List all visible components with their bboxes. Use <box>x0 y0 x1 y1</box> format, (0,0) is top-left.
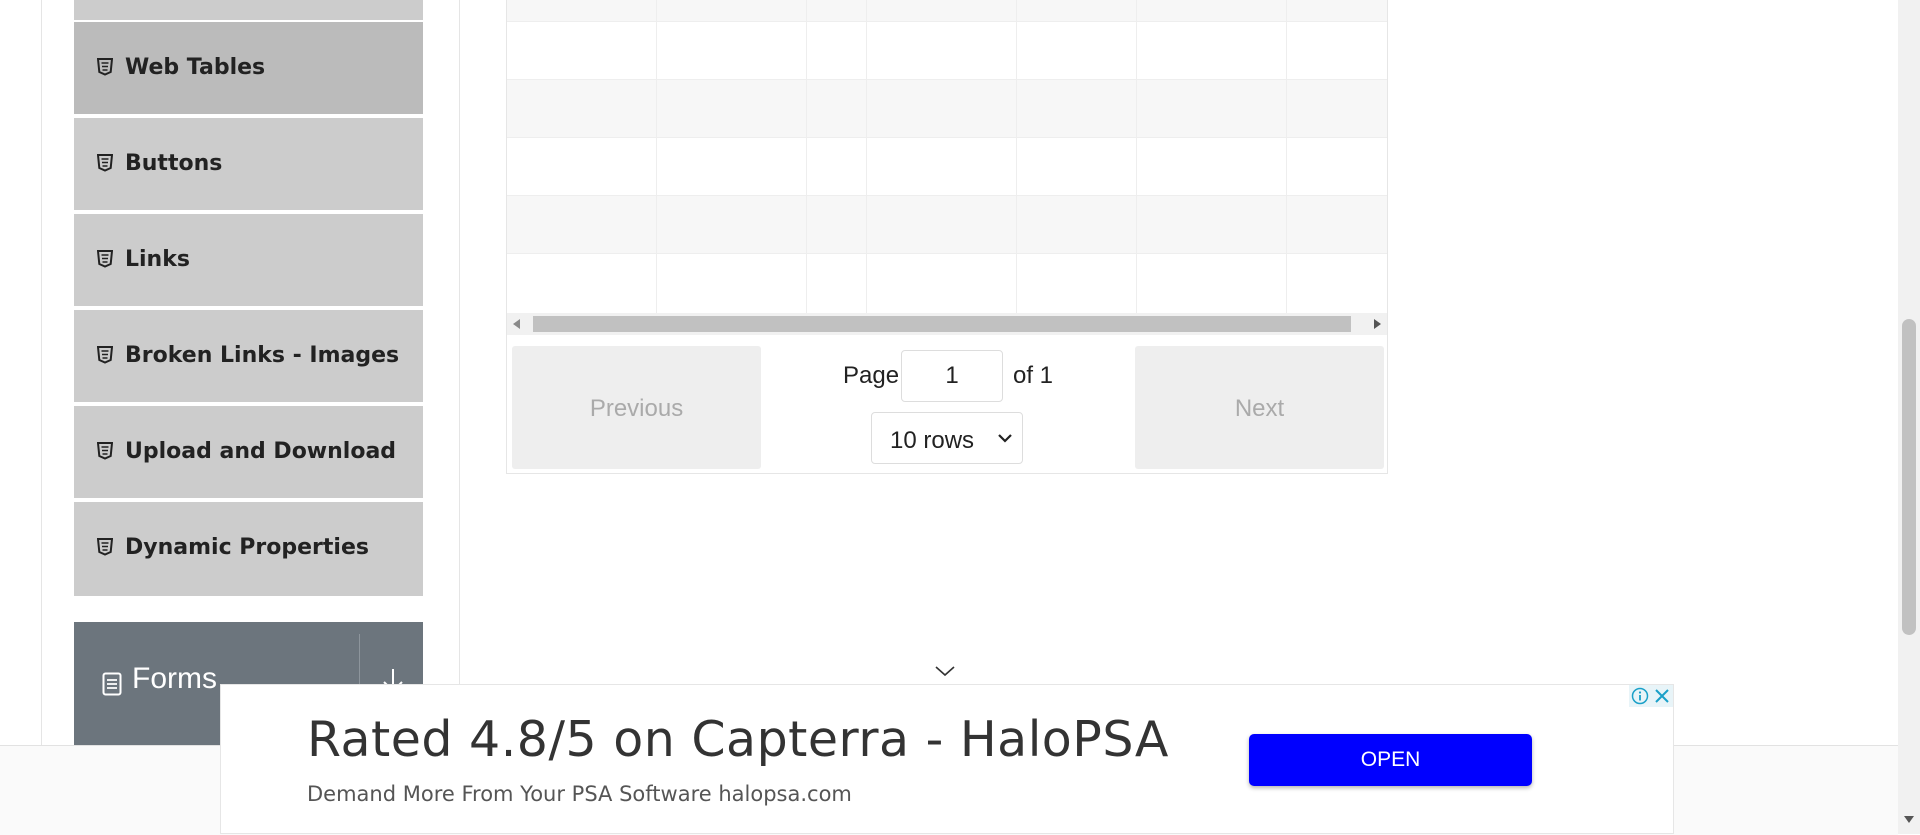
scroll-down-icon[interactable] <box>1904 816 1914 823</box>
rows-per-page-select[interactable]: 10 rows <box>871 412 1023 464</box>
sidebar-item-partial[interactable] <box>74 0 423 20</box>
rows-per-page-value: 10 rows <box>890 427 975 454</box>
column-divider <box>1016 0 1017 313</box>
sidebar-border-right <box>459 0 460 745</box>
scrollbar-thumb[interactable] <box>1902 319 1916 635</box>
html5-icon <box>97 442 113 460</box>
sidebar-item-web-tables[interactable]: Web Tables <box>74 20 423 114</box>
column-divider <box>656 0 657 313</box>
page-number-input[interactable] <box>901 350 1003 402</box>
chevron-down-icon <box>998 434 1012 443</box>
close-icon[interactable] <box>1651 685 1673 707</box>
table-row <box>507 196 1387 254</box>
sidebar-item-label: Links <box>125 247 190 272</box>
ad-subtitle[interactable]: Demand More From Your PSA Software halop… <box>307 782 852 806</box>
sidebar-item-label: Upload and Download <box>125 439 397 464</box>
sidebar-item-label: Web Tables <box>125 55 266 80</box>
scroll-left-icon[interactable] <box>513 319 520 329</box>
table-row <box>507 0 1387 22</box>
scroll-right-icon[interactable] <box>1374 319 1381 329</box>
sidebar-group-label: Forms <box>132 662 217 695</box>
sidebar-item-broken-links[interactable]: Broken Links - Images <box>74 308 423 402</box>
table-row <box>507 254 1387 313</box>
scrollbar-thumb[interactable] <box>533 316 1351 332</box>
sidebar-border-left <box>41 0 42 745</box>
document-icon <box>102 672 122 696</box>
sidebar-item-dynamic-properties[interactable]: Dynamic Properties <box>74 500 423 596</box>
sidebar-item-links[interactable]: Links <box>74 212 423 306</box>
next-button[interactable]: Next <box>1135 346 1384 469</box>
html5-icon <box>97 538 113 556</box>
total-pages-label: of 1 <box>1013 362 1054 389</box>
html5-icon <box>97 346 113 364</box>
ad-banner[interactable]: Rated 4.8/5 on Capterra - HaloPSA Demand… <box>220 684 1674 834</box>
column-divider <box>806 0 807 313</box>
previous-button[interactable]: Previous <box>512 346 761 469</box>
horizontal-scrollbar[interactable] <box>507 313 1387 335</box>
page-label: Page <box>843 362 900 389</box>
chevron-down-icon[interactable] <box>934 664 956 678</box>
sidebar-item-label: Buttons <box>125 151 223 176</box>
html5-icon <box>97 58 113 76</box>
web-table: Previous Page of 1 10 rows Next <box>506 0 1388 474</box>
column-divider <box>866 0 867 313</box>
table-row <box>507 80 1387 138</box>
table-row <box>507 138 1387 196</box>
info-icon[interactable] <box>1629 685 1651 707</box>
vertical-scrollbar[interactable] <box>1898 0 1920 834</box>
table-row <box>507 22 1387 80</box>
sidebar-item-upload-download[interactable]: Upload and Download <box>74 404 423 498</box>
sidebar-item-label: Broken Links - Images <box>125 343 400 368</box>
column-divider <box>1136 0 1137 313</box>
ad-title[interactable]: Rated 4.8/5 on Capterra - HaloPSA <box>307 711 1169 768</box>
sidebar-item-label: Dynamic Properties <box>125 535 369 560</box>
ad-open-button[interactable]: OPEN <box>1249 734 1532 786</box>
sidebar-item-buttons[interactable]: Buttons <box>74 116 423 210</box>
html5-icon <box>97 250 113 268</box>
column-divider <box>1286 0 1287 313</box>
html5-icon <box>97 154 113 172</box>
